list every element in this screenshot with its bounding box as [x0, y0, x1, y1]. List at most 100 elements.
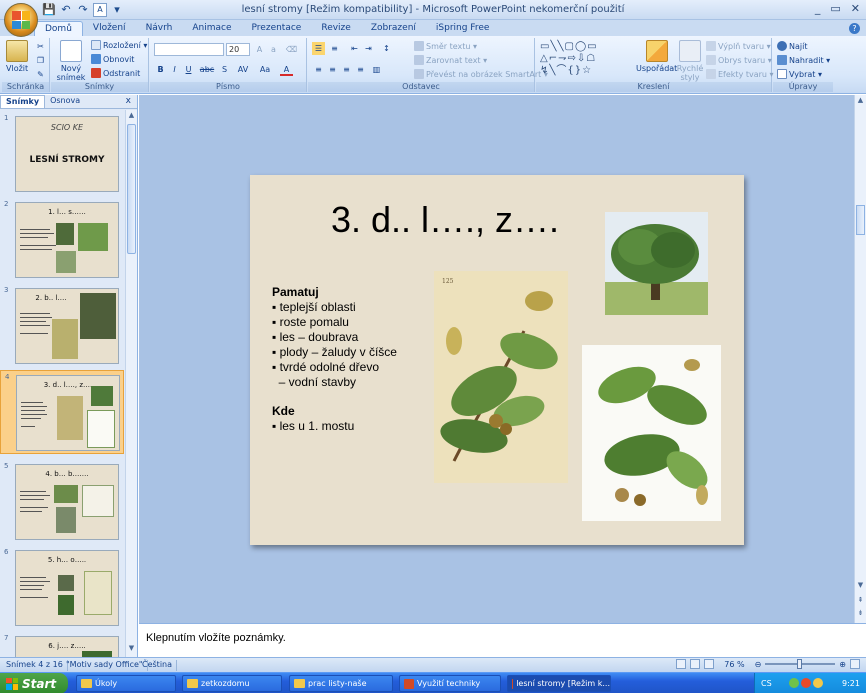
replace-button[interactable]: Nahradit ▾ [777, 55, 830, 65]
bold-button[interactable]: B [154, 63, 167, 76]
tab-view[interactable]: Zobrazení [361, 21, 426, 36]
font-size-combo[interactable]: 20 [226, 43, 250, 56]
taskbar-item-prac-listy[interactable]: prac listy-naše [289, 675, 393, 692]
theme-name[interactable]: "Motiv sady Office" [62, 660, 148, 671]
quick-styles-button[interactable]: Rychlé styly [676, 40, 704, 82]
shape-effects-button[interactable]: Efekty tvaru ▾ [706, 69, 774, 79]
start-button[interactable]: Start [0, 673, 68, 693]
slide-thumbnail-6[interactable]: 6 5. h… o….. [0, 546, 124, 626]
shape-outline-button[interactable]: Obrys tvaru ▾ [706, 55, 772, 65]
office-button[interactable] [4, 3, 38, 37]
paste-button[interactable]: Vložit [6, 40, 28, 73]
select-button[interactable]: Vybrat ▾ [777, 69, 822, 79]
scroll-down-icon[interactable]: ▼ [855, 581, 866, 593]
fit-window-icon[interactable] [850, 659, 860, 669]
grow-font-icon[interactable]: A [253, 43, 266, 56]
shape-fill-button[interactable]: Výplň tvaru ▾ [706, 41, 771, 51]
oak-tree-photo[interactable] [605, 212, 708, 315]
zoom-out-icon[interactable]: ⊖ [755, 660, 762, 669]
increase-indent-icon[interactable]: ⇥ [362, 42, 375, 55]
close-button[interactable]: ✕ [851, 2, 860, 15]
volume-icon[interactable] [812, 677, 823, 688]
tab-review[interactable]: Revize [311, 21, 360, 36]
format-painter-icon[interactable]: ✎ [34, 68, 47, 81]
oak-leaves-illustration[interactable] [582, 345, 721, 521]
tab-outline[interactable]: Osnova [45, 95, 85, 108]
language-indicator[interactable]: Čeština [138, 660, 178, 671]
align-center-icon[interactable]: ≡ [326, 63, 339, 76]
smartart-button[interactable]: Převést na obrázek SmartArt ▾ [414, 69, 548, 79]
shapes-gallery[interactable]: ▭╲╲▢◯▭ △⌐⇁⇨⇩☖ ↯╲⌒{}☆ [540, 41, 628, 77]
slide-thumbnail-4[interactable]: 4 3. d.. l…., z…. [0, 370, 124, 454]
zoom-slider[interactable] [765, 659, 836, 669]
zoom-in-icon[interactable]: ⊕ [839, 660, 846, 669]
tab-design[interactable]: Návrh [136, 21, 183, 36]
help-icon[interactable]: ? [849, 23, 860, 34]
strikethrough-button[interactable]: abc [198, 63, 216, 76]
scroll-up-icon[interactable]: ▲ [855, 96, 866, 108]
italic-button[interactable]: I [168, 63, 181, 76]
panel-close-icon[interactable]: x [126, 96, 131, 106]
bullets-icon[interactable]: ☰ [312, 42, 325, 55]
slide-thumbnail-2[interactable]: 2 1. l… s…… [0, 198, 124, 278]
slides-panel-scrollbar[interactable]: ▲ ▼ [125, 110, 137, 657]
layout-button[interactable]: Rozložení ▾ [91, 40, 147, 50]
change-case-button[interactable]: Aa [256, 63, 274, 76]
text-direction-button[interactable]: Směr textu ▾ [414, 41, 477, 51]
cut-icon[interactable]: ✂ [34, 40, 47, 53]
slide-body-text[interactable]: Pamatuj ▪ teplejší oblasti ▪ roste pomalu ▪… [272, 285, 397, 434]
zoom-slider-knob[interactable] [797, 659, 803, 669]
numbering-icon[interactable]: ≡ [328, 42, 341, 55]
workspace-scrollbar[interactable]: ▲ ▼ ⇞ ⇟ [854, 95, 866, 623]
maximize-button[interactable]: ▭ [830, 2, 840, 15]
taskbar-item-lesni-stromy[interactable]: lesní stromy [Režim k... [507, 675, 611, 692]
taskbar-item-zetkozdomu[interactable]: zetkozdomu [182, 675, 282, 692]
tab-slides[interactable]: Snímky [0, 95, 46, 108]
justify-icon[interactable]: ≡ [354, 63, 367, 76]
taskbar-item-ukoly[interactable]: Úkoly [76, 675, 176, 692]
shrink-font-icon[interactable]: a [267, 43, 280, 56]
normal-view-icon[interactable] [676, 659, 687, 669]
font-name-combo[interactable] [154, 43, 224, 56]
arrange-button[interactable]: Uspořádat [636, 40, 677, 73]
columns-icon[interactable]: ▥ [370, 63, 383, 76]
slide-thumbnail-7[interactable]: 7 6. j…. z….. [0, 632, 124, 657]
spacing-button[interactable]: AV [234, 63, 252, 76]
network-icon[interactable] [788, 677, 799, 688]
previous-slide-icon[interactable]: ⇞ [855, 596, 866, 608]
slide-thumbnail-3[interactable]: 3 2. b.. l…. [0, 284, 124, 364]
shadow-button[interactable]: S [218, 63, 231, 76]
tab-animations[interactable]: Animace [182, 21, 241, 36]
align-left-icon[interactable]: ≡ [312, 63, 325, 76]
delete-slide-button[interactable]: Odstranit [91, 68, 140, 78]
scroll-down-icon[interactable]: ▼ [126, 644, 137, 656]
line-spacing-icon[interactable]: ↕ [380, 42, 393, 55]
clear-format-icon[interactable]: ⌫ [285, 43, 298, 56]
font-color-button[interactable]: A [280, 63, 293, 76]
align-right-icon[interactable]: ≡ [340, 63, 353, 76]
oak-botanical-illustration[interactable]: 125 [434, 271, 568, 483]
scroll-up-icon[interactable]: ▲ [126, 111, 137, 123]
scrollbar-thumb[interactable] [127, 124, 136, 254]
current-slide[interactable]: 3. d.. l…., z…. Pamatuj ▪ teplejší oblast… [250, 175, 744, 545]
zoom-level[interactable]: 76 % [724, 660, 744, 669]
tab-ispring[interactable]: iSpring Free [426, 21, 500, 36]
tab-slideshow[interactable]: Prezentace [242, 21, 312, 36]
sorter-view-icon[interactable] [690, 659, 701, 669]
slideshow-view-icon[interactable] [704, 659, 715, 669]
tab-insert[interactable]: Vložení [83, 21, 136, 36]
slide-thumbnail-5[interactable]: 5 4. b… b……. [0, 460, 124, 540]
next-slide-icon[interactable]: ⇟ [855, 609, 866, 621]
tab-home[interactable]: Domů [34, 21, 83, 36]
slide-title-placeholder[interactable]: 3. d.. l…., z…. [250, 199, 640, 241]
minimize-button[interactable]: _ [815, 2, 821, 15]
align-text-button[interactable]: Zarovnat text ▾ [414, 55, 487, 65]
decrease-indent-icon[interactable]: ⇤ [348, 42, 361, 55]
underline-button[interactable]: U [182, 63, 195, 76]
scrollbar-thumb[interactable] [856, 205, 865, 235]
reset-button[interactable]: Obnovit [91, 54, 134, 64]
taskbar-item-vyuziti-techniky[interactable]: Využití techniky [399, 675, 501, 692]
new-slide-button[interactable]: Nový snímek [54, 40, 88, 82]
find-button[interactable]: Najít [777, 41, 807, 51]
notes-pane[interactable]: Klepnutím vložíte poznámky. [139, 623, 866, 657]
